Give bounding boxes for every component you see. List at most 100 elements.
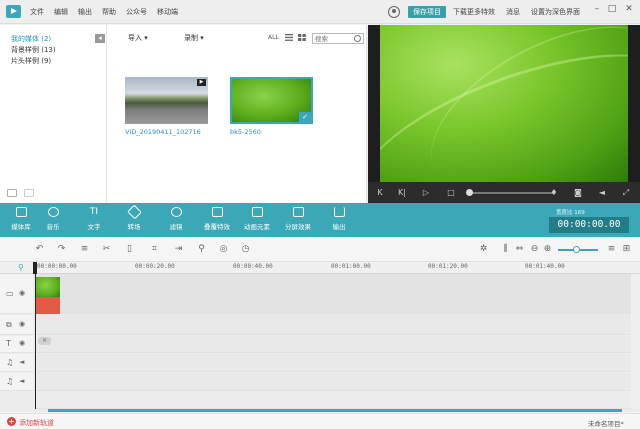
volume-icon[interactable]: ◄ <box>596 187 608 198</box>
horizontal-scrollbar[interactable] <box>48 409 622 412</box>
close-icon[interactable]: ✕ <box>624 4 634 14</box>
delete-icon[interactable]: ▯ <box>124 244 135 255</box>
pip-track[interactable] <box>35 315 631 335</box>
messages-link[interactable]: 消息 <box>506 7 520 17</box>
ruler-tick: 00:01:20.00 <box>428 263 468 270</box>
speaker-icon[interactable]: ◄ <box>19 377 24 385</box>
add-folder-icon[interactable] <box>7 189 17 197</box>
adjust-icon[interactable]: ≡ <box>79 244 90 255</box>
video-camera-icon: ▶ <box>197 79 206 86</box>
tool-media-library[interactable]: 媒体库 <box>3 207 39 235</box>
menu-icon[interactable]: ≡ <box>606 244 617 255</box>
playhead-handle[interactable] <box>33 262 37 274</box>
media-thumb-image[interactable]: ✓ <box>230 77 313 124</box>
eye-icon[interactable]: ◉ <box>19 289 25 297</box>
tool-text[interactable]: TI 文字 <box>76 207 112 235</box>
dark-theme-link[interactable]: 设置为深色界面 <box>531 7 580 17</box>
user-icon[interactable] <box>388 6 400 18</box>
zoom-in-icon[interactable]: ⊕ <box>542 244 553 255</box>
save-project-button[interactable]: 保存项目 <box>408 6 446 18</box>
music-track-2[interactable] <box>35 373 631 391</box>
tool-overlay[interactable]: 叠覆特效 <box>199 207 235 235</box>
cut-icon[interactable]: ✂ <box>101 244 112 255</box>
tool-filter[interactable]: 滤镜 <box>158 207 194 235</box>
category-my-media[interactable]: 我的媒体 (2) <box>11 34 51 44</box>
grid-view-icon[interactable] <box>298 34 306 41</box>
freeze-frame-icon[interactable]: ⇥ <box>173 244 184 255</box>
category-background-samples[interactable]: 背景样例 (13) <box>11 45 56 55</box>
media-thumb-video[interactable]: ▶ <box>125 77 208 124</box>
media-library-panel: 我的媒体 (2) 背景样例 (13) 片头样例 (9) ◂ 导入 ▾ 录制 ▾ … <box>0 25 367 203</box>
tool-transition[interactable]: 转场 <box>116 204 152 235</box>
snapshot-camera-icon[interactable]: ◙ <box>572 187 584 198</box>
vertical-scrollbar[interactable] <box>631 274 640 409</box>
speaker-icon[interactable]: ◄ <box>19 358 24 366</box>
maximize-icon[interactable]: □ <box>607 4 617 14</box>
collapse-panel-button[interactable]: ◂ <box>95 34 105 43</box>
grid-icon[interactable]: ⊞ <box>621 244 632 255</box>
menu-official-account[interactable]: 公众号 <box>126 7 147 17</box>
delete-folder-icon[interactable] <box>24 189 34 197</box>
tool-music[interactable]: 音乐 <box>35 207 71 235</box>
clip-thumbnail <box>36 277 60 297</box>
list-view-icon[interactable] <box>285 34 293 41</box>
clip-audio-bar <box>36 297 60 314</box>
text-track[interactable] <box>35 336 631 353</box>
menu-help[interactable]: 帮助 <box>102 7 116 17</box>
stop-icon[interactable]: □ <box>445 187 457 198</box>
fullscreen-icon[interactable]: ⤢ <box>620 187 632 198</box>
snap-icon[interactable]: ⚲ <box>18 263 24 272</box>
tool-elements[interactable]: 动画元素 <box>239 207 275 235</box>
video-track[interactable] <box>35 274 631 314</box>
app-logo-icon <box>6 5 21 18</box>
player-controls: K K| ▷ □ ♦ ◙ ◄ ⤢ <box>368 182 640 203</box>
zoom-slider-knob[interactable] <box>573 246 580 253</box>
play-icon[interactable]: ▷ <box>420 187 432 198</box>
undo-icon[interactable]: ↶ <box>34 244 45 255</box>
skip-back-icon[interactable]: K <box>374 187 386 198</box>
speed-icon[interactable]: ⚲ <box>196 244 207 255</box>
crop-icon[interactable]: ⌗ <box>149 244 160 255</box>
minimize-icon[interactable]: – <box>592 4 602 14</box>
eye-icon[interactable]: ◉ <box>19 320 25 328</box>
tool-split-screen[interactable]: 分屏效果 <box>280 207 316 235</box>
fit-timeline-icon[interactable]: ⇔ <box>514 244 525 255</box>
search-icon[interactable] <box>354 35 361 42</box>
tool-label: 文字 <box>87 223 101 231</box>
menu-mobile[interactable]: 移动端 <box>157 7 178 17</box>
tool-export[interactable]: 输出 <box>321 207 357 235</box>
title-bar: 文件 编辑 输出 帮助 公众号 移动端 保存项目 下载更多特效 消息 设置为深色… <box>0 0 640 24</box>
redo-icon[interactable]: ↷ <box>56 244 67 255</box>
text-clip-close-icon[interactable]: ✕ <box>38 337 51 345</box>
add-track-link[interactable]: 添加新轨道 <box>19 418 54 428</box>
menu-export[interactable]: 输出 <box>78 7 92 17</box>
preview-panel: K K| ▷ □ ♦ ◙ ◄ ⤢ <box>368 25 640 203</box>
add-track-icon[interactable]: + <box>7 417 16 426</box>
timeline-ruler[interactable]: 00:00:00.00 00:00:20.00 00:00:40.00 00:0… <box>0 262 640 274</box>
playback-progress-track[interactable] <box>468 192 554 194</box>
filter-all[interactable]: ALL <box>268 34 279 41</box>
import-dropdown[interactable]: 导入 ▾ <box>128 33 148 43</box>
eye-icon[interactable]: ◉ <box>19 339 25 347</box>
color-icon[interactable]: ◎ <box>218 244 229 255</box>
overlay-icon <box>211 207 223 217</box>
timeline-clip[interactable] <box>36 277 60 314</box>
step-back-icon[interactable]: K| <box>396 187 408 198</box>
music-note-icon: ♫ <box>6 377 14 386</box>
audio-meter-icon[interactable]: ⫼ <box>500 244 511 255</box>
zoom-out-icon[interactable]: ⊖ <box>529 244 540 255</box>
menu-edit[interactable]: 编辑 <box>54 7 68 17</box>
folder-icon <box>15 207 27 217</box>
microphone-icon[interactable]: ♦ <box>548 187 560 198</box>
duration-icon[interactable]: ◷ <box>240 244 251 255</box>
music-track-1[interactable] <box>35 354 631 372</box>
playback-progress-knob[interactable] <box>466 189 473 196</box>
download-effects-link[interactable]: 下载更多特效 <box>453 7 495 17</box>
menu-file[interactable]: 文件 <box>30 7 44 17</box>
render-icon[interactable]: ✲ <box>478 244 489 255</box>
text-track-icon: T <box>6 339 11 348</box>
record-dropdown[interactable]: 录制 ▾ <box>184 33 204 43</box>
pip-track-header: ⧉ ◉ <box>0 315 33 335</box>
tool-label: 滤镜 <box>169 223 183 231</box>
category-intro-samples[interactable]: 片头样例 (9) <box>11 56 51 66</box>
